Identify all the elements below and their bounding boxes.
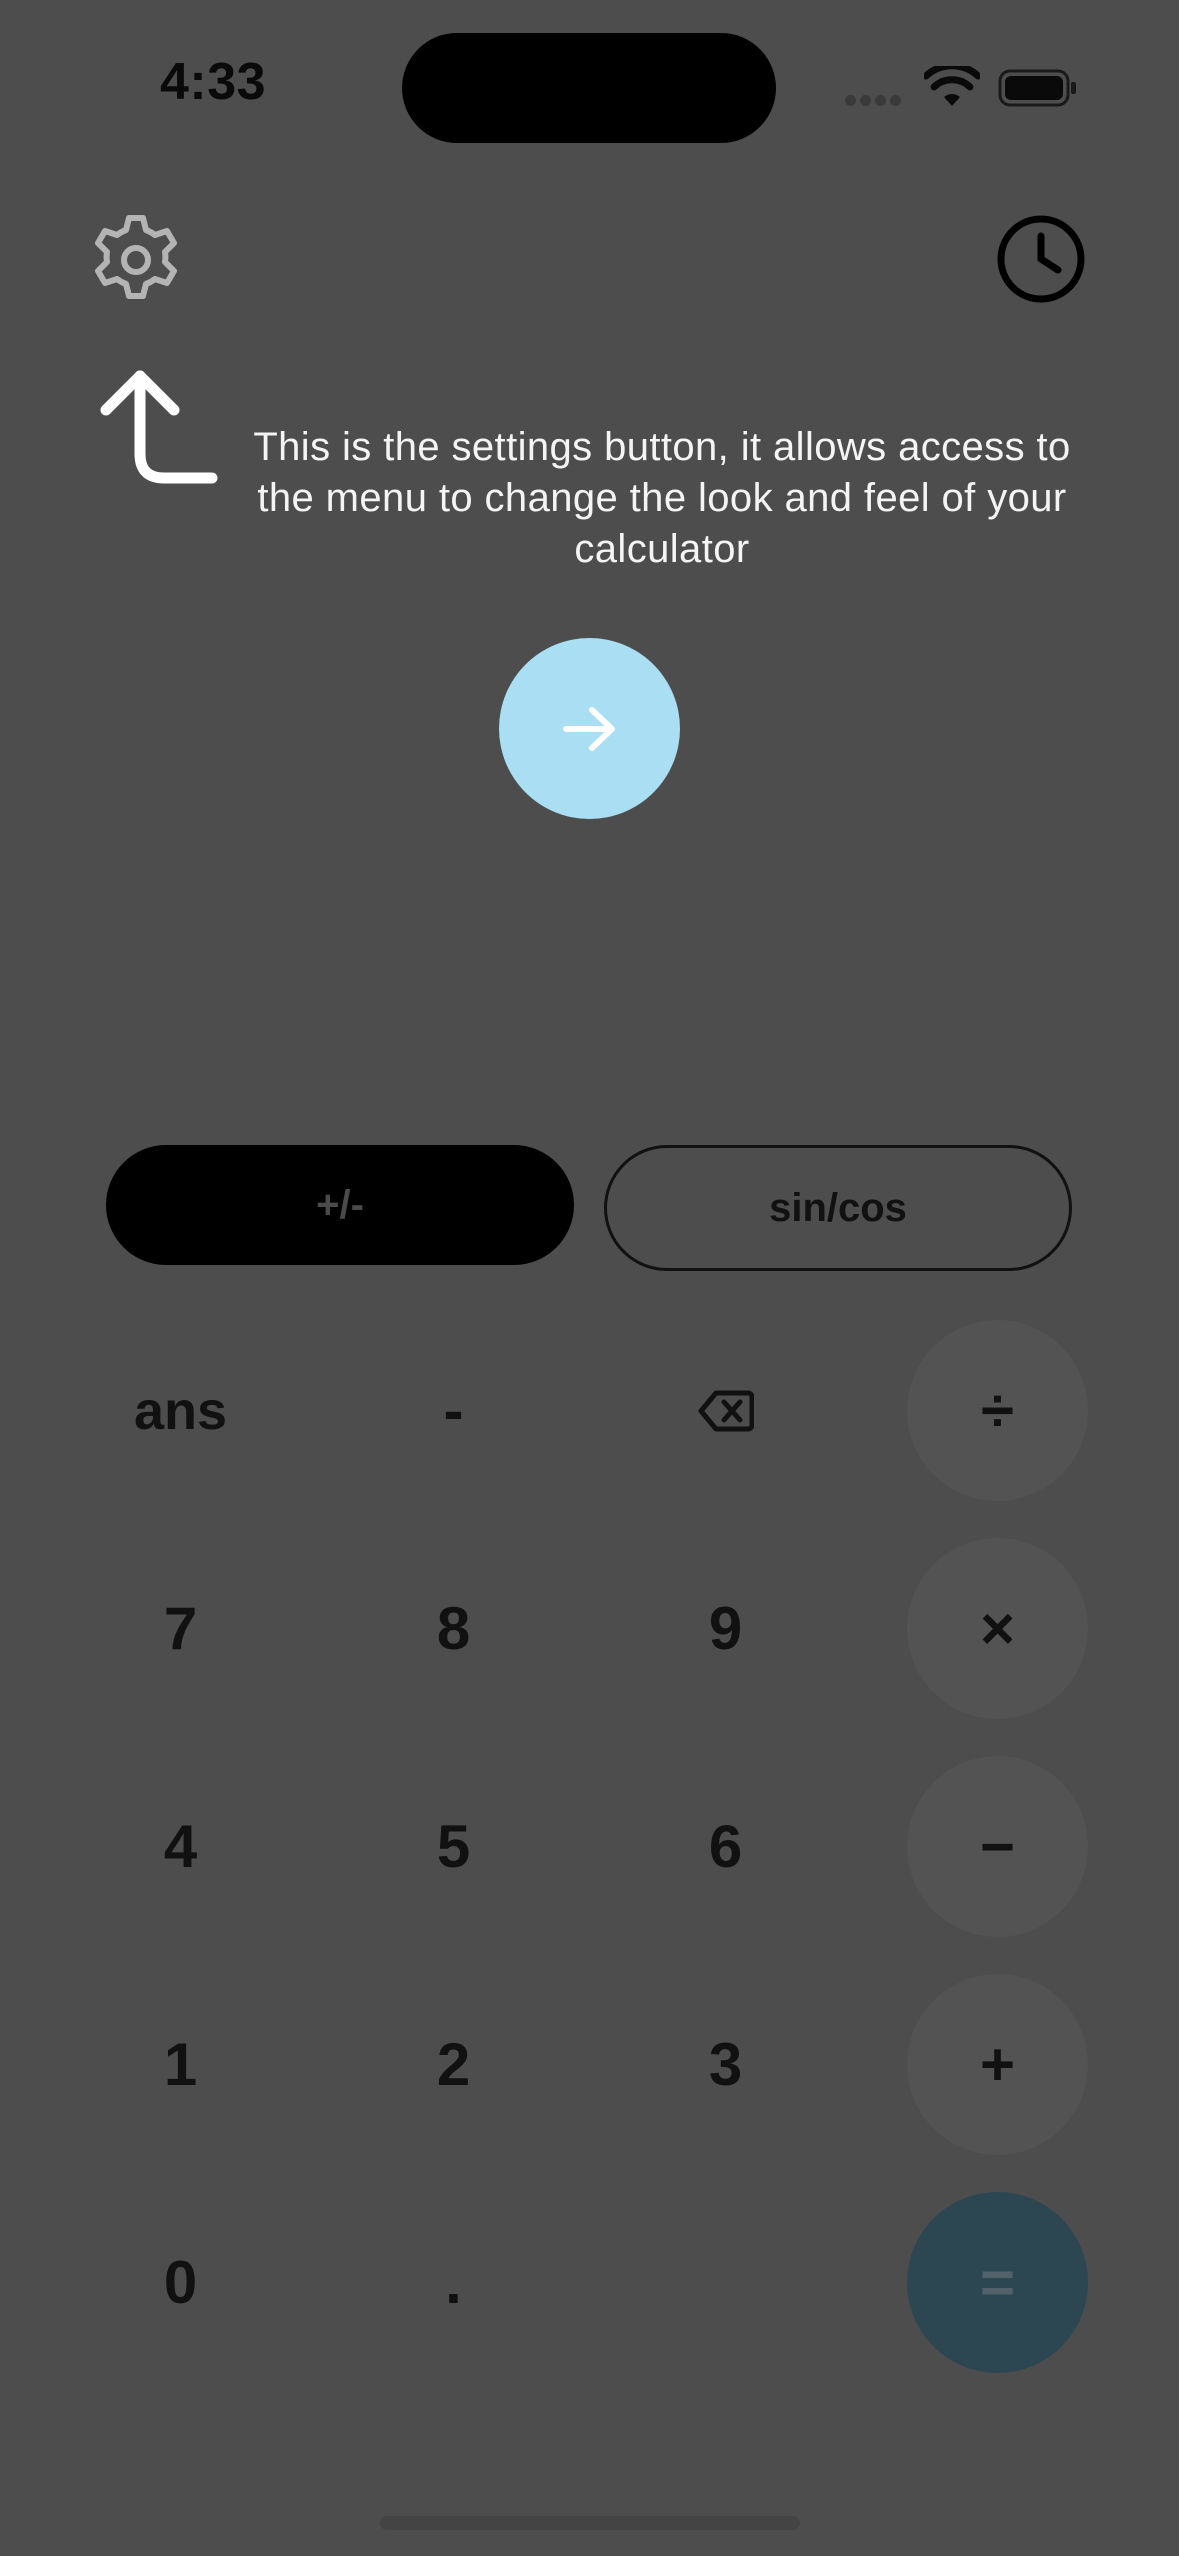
digit-6-key[interactable]: 6 bbox=[635, 1756, 816, 1937]
equals-key[interactable]: = bbox=[907, 2192, 1088, 2373]
digit-0-key[interactable]: 0 bbox=[90, 2192, 271, 2373]
digit-8-key[interactable]: 8 bbox=[363, 1538, 544, 1719]
tutorial-message: This is the settings button, it allows a… bbox=[253, 425, 1071, 571]
status-time: 4:33 bbox=[160, 53, 267, 111]
add-key[interactable]: + bbox=[907, 1974, 1088, 2155]
negate-toggle[interactable]: +/- bbox=[106, 1145, 574, 1265]
arrow-right-icon bbox=[562, 706, 615, 751]
digit-2-key[interactable]: 2 bbox=[363, 1974, 544, 2155]
divide-key[interactable]: ÷ bbox=[907, 1320, 1088, 1501]
wifi-icon bbox=[924, 66, 980, 106]
backspace-key[interactable] bbox=[635, 1320, 816, 1501]
digit-9-key[interactable]: 9 bbox=[635, 1538, 816, 1719]
trig-toggle[interactable]: sin/cos bbox=[604, 1145, 1072, 1271]
arrow-up-left-icon bbox=[100, 370, 218, 484]
ans-key[interactable]: ans bbox=[90, 1320, 271, 1501]
backspace-icon bbox=[698, 1390, 754, 1431]
history-button[interactable] bbox=[994, 212, 1088, 306]
clock-icon bbox=[997, 215, 1085, 303]
battery-icon bbox=[998, 69, 1076, 107]
multiply-key[interactable]: × bbox=[907, 1538, 1088, 1719]
home-indicator[interactable] bbox=[380, 2516, 800, 2530]
minus-sign-key[interactable]: - bbox=[363, 1320, 544, 1501]
subtract-key[interactable]: − bbox=[907, 1756, 1088, 1937]
gear-icon bbox=[95, 215, 177, 299]
digit-4-key[interactable]: 4 bbox=[90, 1756, 271, 1937]
digit-5-key[interactable]: 5 bbox=[363, 1756, 544, 1937]
tutorial-next-button[interactable] bbox=[499, 638, 680, 819]
cellular-signal-icon bbox=[845, 93, 905, 107]
digit-3-key[interactable]: 3 bbox=[635, 1974, 816, 2155]
dynamic-island bbox=[402, 33, 776, 143]
decimal-key[interactable]: . bbox=[363, 2192, 544, 2373]
digit-7-key[interactable]: 7 bbox=[90, 1538, 271, 1719]
digit-1-key[interactable]: 1 bbox=[90, 1974, 271, 2155]
settings-button[interactable] bbox=[88, 212, 184, 308]
